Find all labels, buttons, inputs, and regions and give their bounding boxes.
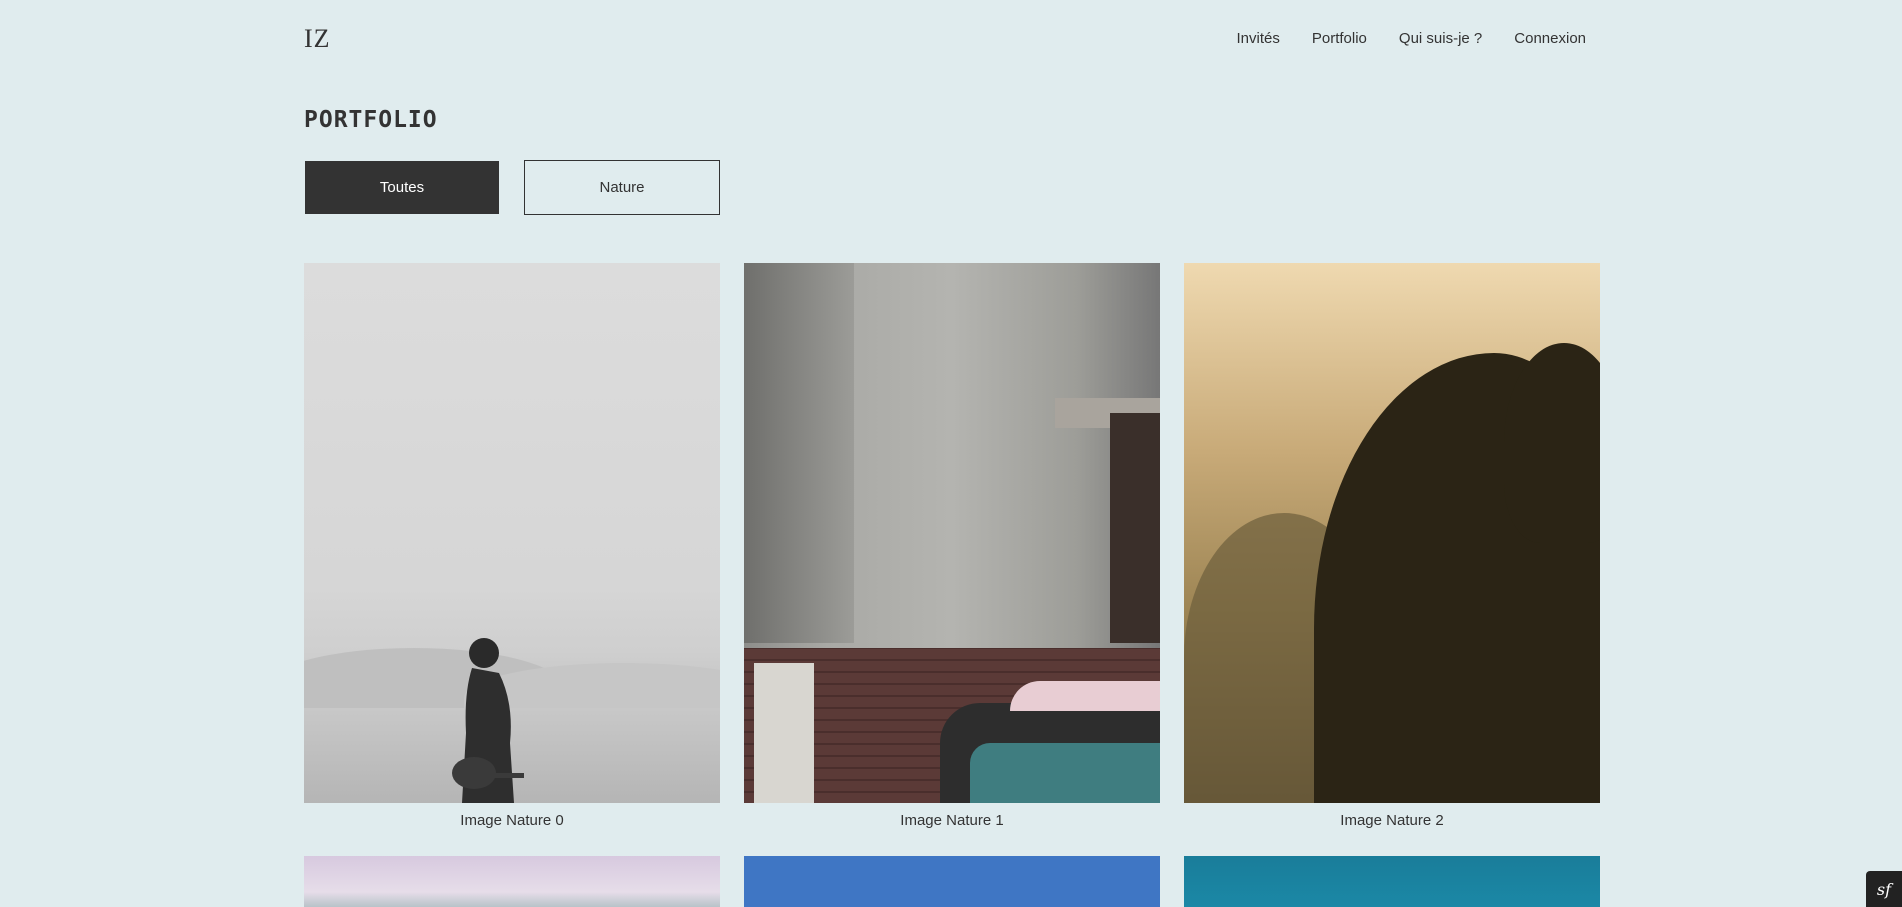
gallery-photo[interactable] [1184, 856, 1600, 907]
nav-link-invites[interactable]: Invités [1237, 30, 1280, 47]
gallery-photo[interactable] [744, 856, 1160, 907]
nav-link-about[interactable]: Qui suis-je ? [1399, 30, 1482, 47]
gallery-caption: Image Nature 1 [900, 812, 1004, 829]
nav-link-portfolio[interactable]: Portfolio [1312, 30, 1367, 47]
site-logo[interactable]: IZ [304, 24, 331, 54]
gallery-card[interactable]: Image Nature 2 [1184, 263, 1600, 856]
gallery-card[interactable] [1184, 856, 1600, 907]
gallery-card[interactable]: Image Nature 1 [744, 263, 1160, 856]
gallery-caption: Image Nature 0 [460, 812, 564, 829]
gallery-caption: Image Nature 2 [1340, 812, 1444, 829]
gallery-card[interactable] [304, 856, 720, 907]
gallery-card[interactable]: Image Nature 0 [304, 263, 720, 856]
symfony-toolbar-toggle[interactable]: sf [1866, 871, 1902, 907]
old-wall-car-photo[interactable] [744, 263, 1160, 803]
filter-bar: Toutes Nature [304, 160, 720, 215]
desert-silhouette-photo[interactable] [304, 263, 720, 803]
site-header: IZ Invités Portfolio Qui suis-je ? Conne… [304, 0, 1600, 80]
nav-link-login[interactable]: Connexion [1514, 30, 1586, 47]
foggy-trees-photo[interactable] [1184, 263, 1600, 803]
gallery-grid: Image Nature 0 Image Nature 1 Image Natu… [304, 263, 1600, 907]
main-nav: Invités Portfolio Qui suis-je ? Connexio… [1237, 30, 1586, 47]
person-silhouette-icon [452, 638, 524, 803]
gallery-card[interactable] [744, 856, 1160, 907]
filter-button-nature[interactable]: Nature [524, 160, 720, 215]
page-title: PORTFOLIO [304, 107, 438, 133]
gallery-photo[interactable] [304, 856, 720, 907]
filter-button-all[interactable]: Toutes [305, 161, 499, 214]
